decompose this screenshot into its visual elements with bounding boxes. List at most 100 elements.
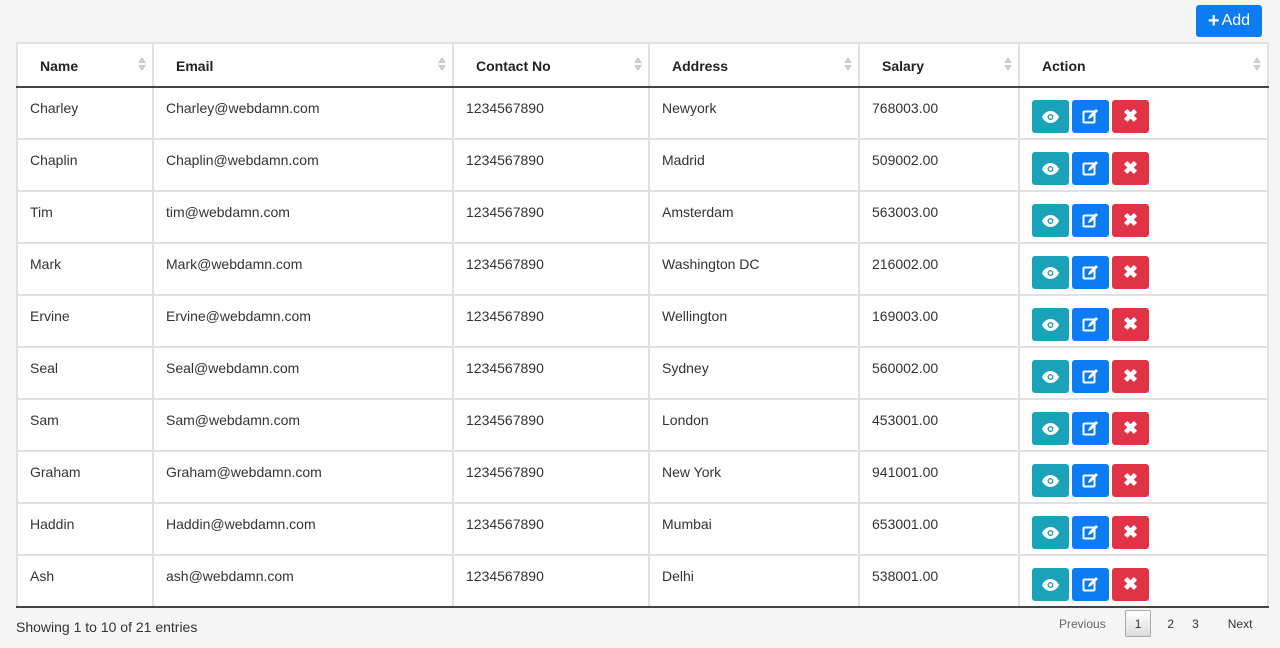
name-cell: Ash <box>16 554 154 608</box>
view-button[interactable] <box>1032 256 1069 289</box>
edit-icon <box>1082 264 1099 281</box>
edit-button[interactable] <box>1072 360 1109 393</box>
view-button[interactable] <box>1032 204 1069 237</box>
view-button[interactable] <box>1032 152 1069 185</box>
sort-icon[interactable] <box>438 57 446 71</box>
actions-cell: ✖ <box>1018 502 1269 556</box>
eye-icon <box>1042 422 1059 435</box>
delete-button[interactable]: ✖ <box>1112 204 1149 237</box>
table-row: Graham Graham@webdamn.com 1234567890 New Yo… <box>16 450 1269 504</box>
edit-button[interactable] <box>1072 568 1109 601</box>
salary-cell: 941001.00 <box>858 450 1020 504</box>
eye-icon <box>1042 318 1059 331</box>
table-row: Tim tim@webdamn.com 1234567890 Amsterdam 563… <box>16 190 1269 244</box>
edit-button[interactable] <box>1072 100 1109 133</box>
edit-icon <box>1082 368 1099 385</box>
column-header-email[interactable]: Email <box>152 42 454 88</box>
salary-cell: 216002.00 <box>858 242 1020 296</box>
actions-cell: ✖ <box>1018 190 1269 244</box>
edit-icon <box>1082 524 1099 541</box>
sort-icon[interactable] <box>844 57 852 71</box>
contact-cell: 1234567890 <box>452 502 650 556</box>
email-cell: Chaplin@webdamn.com <box>152 138 454 192</box>
close-icon: ✖ <box>1122 314 1139 334</box>
delete-button[interactable]: ✖ <box>1112 516 1149 549</box>
actions-cell: ✖ <box>1018 398 1269 452</box>
edit-button[interactable] <box>1072 204 1109 237</box>
column-header-salary[interactable]: Salary <box>858 42 1020 88</box>
add-button[interactable]: + Add <box>1196 5 1262 37</box>
column-header-label: Address <box>672 58 729 74</box>
edit-button[interactable] <box>1072 308 1109 341</box>
email-cell: Seal@webdamn.com <box>152 346 454 400</box>
view-button[interactable] <box>1032 100 1069 133</box>
close-icon: ✖ <box>1122 210 1139 230</box>
contact-cell: 1234567890 <box>452 242 650 296</box>
salary-cell: 563003.00 <box>858 190 1020 244</box>
address-cell: Amsterdam <box>648 190 860 244</box>
name-cell: Charley <box>16 86 154 140</box>
contact-cell: 1234567890 <box>452 398 650 452</box>
name-cell: Chaplin <box>16 138 154 192</box>
edit-button[interactable] <box>1072 412 1109 445</box>
page-3-button[interactable]: 3 <box>1183 610 1208 637</box>
plus-icon: + <box>1207 10 1220 32</box>
sort-icon[interactable] <box>634 57 642 71</box>
view-button[interactable] <box>1032 412 1069 445</box>
sort-icon[interactable] <box>138 57 146 71</box>
delete-button[interactable]: ✖ <box>1112 308 1149 341</box>
close-icon: ✖ <box>1122 470 1139 490</box>
name-cell: Mark <box>16 242 154 296</box>
column-header-name[interactable]: Name <box>16 42 154 88</box>
edit-icon <box>1082 576 1099 593</box>
name-cell: Ervine <box>16 294 154 348</box>
pagination: Previous 1 2 3 Next <box>1047 610 1261 637</box>
view-button[interactable] <box>1032 360 1069 393</box>
actions-cell: ✖ <box>1018 346 1269 400</box>
delete-button[interactable]: ✖ <box>1112 412 1149 445</box>
delete-button[interactable]: ✖ <box>1112 464 1149 497</box>
delete-button[interactable]: ✖ <box>1112 568 1149 601</box>
edit-button[interactable] <box>1072 152 1109 185</box>
view-button[interactable] <box>1032 516 1069 549</box>
column-header-action[interactable]: Action <box>1018 42 1269 88</box>
sort-icon[interactable] <box>1253 57 1261 71</box>
delete-button[interactable]: ✖ <box>1112 256 1149 289</box>
salary-cell: 653001.00 <box>858 502 1020 556</box>
delete-button[interactable]: ✖ <box>1112 152 1149 185</box>
edit-button[interactable] <box>1072 464 1109 497</box>
edit-button[interactable] <box>1072 516 1109 549</box>
actions-cell: ✖ <box>1018 450 1269 504</box>
salary-cell: 768003.00 <box>858 86 1020 140</box>
view-button[interactable] <box>1032 308 1069 341</box>
delete-button[interactable]: ✖ <box>1112 360 1149 393</box>
edit-button[interactable] <box>1072 256 1109 289</box>
table-row: Ash ash@webdamn.com 1234567890 Delhi 538001.… <box>16 554 1269 608</box>
page-1-button[interactable]: 1 <box>1124 610 1152 637</box>
sort-icon[interactable] <box>1004 57 1012 71</box>
close-icon: ✖ <box>1122 522 1139 542</box>
close-icon: ✖ <box>1122 106 1139 126</box>
table-row: Chaplin Chaplin@webdamn.com 1234567890 Madr… <box>16 138 1269 192</box>
name-cell: Sam <box>16 398 154 452</box>
contact-cell: 1234567890 <box>452 554 650 608</box>
column-header-address[interactable]: Address <box>648 42 860 88</box>
actions-cell: ✖ <box>1018 242 1269 296</box>
view-button[interactable] <box>1032 568 1069 601</box>
eye-icon <box>1042 110 1059 123</box>
edit-icon <box>1082 472 1099 489</box>
table-row: Haddin Haddin@webdamn.com 1234567890 Mumbai… <box>16 502 1269 556</box>
salary-cell: 453001.00 <box>858 398 1020 452</box>
contact-cell: 1234567890 <box>452 86 650 140</box>
contact-cell: 1234567890 <box>452 346 650 400</box>
column-header-contact-no[interactable]: Contact No <box>452 42 650 88</box>
email-cell: Sam@webdamn.com <box>152 398 454 452</box>
entries-info: Showing 1 to 10 of 21 entries <box>16 619 198 635</box>
employee-table: Name Email Contact No Address Salary Action C… <box>16 42 1269 608</box>
view-button[interactable] <box>1032 464 1069 497</box>
page-2-button[interactable]: 2 <box>1158 610 1183 637</box>
delete-button[interactable]: ✖ <box>1112 100 1149 133</box>
previous-page-button[interactable]: Previous <box>1047 610 1118 637</box>
actions-cell: ✖ <box>1018 554 1269 608</box>
next-page-button[interactable]: Next <box>1208 610 1262 637</box>
